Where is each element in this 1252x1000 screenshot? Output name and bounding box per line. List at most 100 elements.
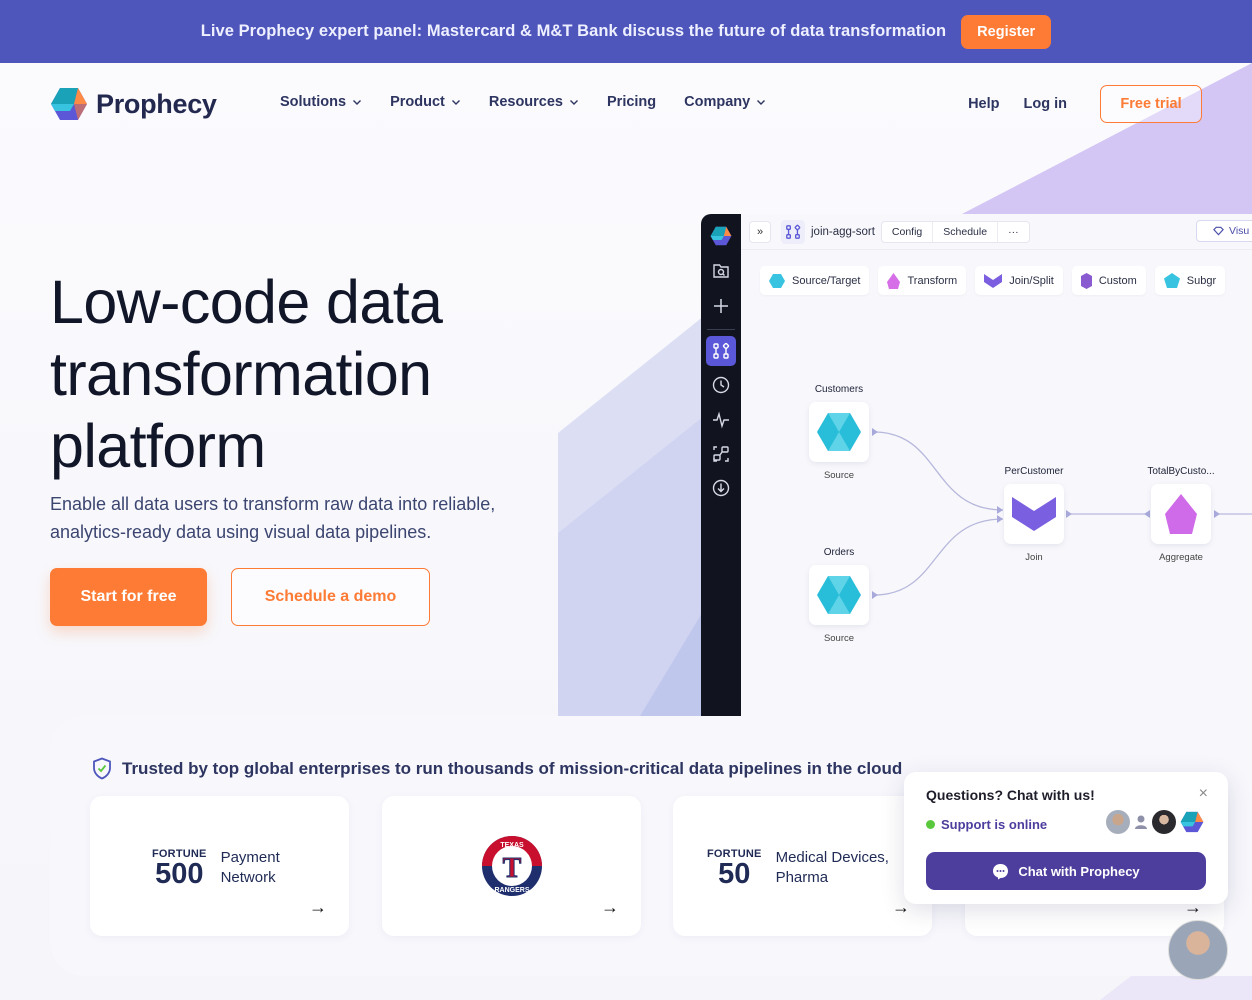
chevron-down-icon [757,100,766,105]
visual-button-label: Visu [1229,225,1250,237]
hexagon-icon [769,273,785,288]
palette-label: Source/Target [792,274,861,287]
palette-item-join-split[interactable]: Join/Split [975,266,1063,295]
node-percustomer[interactable] [1004,484,1064,544]
tab-config[interactable]: Config [882,221,934,242]
hero-title-line: platform [50,412,266,480]
tab-schedule[interactable]: Schedule [933,221,999,242]
nav-item-solutions[interactable]: Solutions [280,94,362,110]
nav-item-label: Pricing [607,94,657,110]
user-icon [1135,815,1147,829]
chat-title: Questions? Chat with us! [926,787,1095,803]
clock-icon[interactable] [709,373,733,397]
nav-right: Help Log in Free trial [968,85,1202,123]
palette-item-subgraph[interactable]: Subgr [1154,266,1226,295]
pipeline-icon[interactable] [706,336,736,366]
crystal-icon [1080,272,1092,289]
pipeline-canvas[interactable]: Customers Source Orders Source PerCustom… [741,314,1252,716]
palette-item-source-target[interactable]: Source/Target [760,266,870,295]
nav-item-resources[interactable]: Resources [489,94,579,110]
palette-item-transform[interactable]: Transform [878,266,967,295]
node-orders[interactable] [809,565,869,625]
pipeline-icon [781,219,805,244]
hero-title-line: transformation [50,340,432,408]
texas-rangers-logo: TEXAS RANGERS T [482,836,542,896]
plus-icon[interactable] [709,294,733,318]
prophecy-logo-icon[interactable] [709,224,733,248]
chevron-down-icon [451,100,460,105]
fortune-logo: FORTUNE 50 [707,848,762,889]
schedule-demo-button[interactable]: Schedule a demo [231,568,430,626]
online-status-dot [926,820,935,829]
nav-item-label: Company [684,94,751,110]
customer-card[interactable]: TEXAS RANGERS T → [382,796,641,936]
port-icon [997,515,1003,523]
avatar [1106,810,1130,834]
chat-status-text: Support is online [941,817,1048,832]
diamond-icon [1213,226,1224,236]
login-link[interactable]: Log in [1024,96,1068,112]
node-title: TotalByCusto... [1147,466,1215,477]
avatar [1152,810,1176,834]
nav-item-company[interactable]: Company [684,94,766,110]
drop-icon [887,272,901,289]
hero-title-line: Low-code data [50,268,443,336]
chevron-gem-icon [1012,497,1056,531]
node-sub: Join [1025,552,1043,563]
help-link[interactable]: Help [968,96,999,112]
visual-button[interactable]: Visu [1196,220,1252,242]
arrow-right-icon[interactable]: → [601,897,619,918]
nav-item-label: Solutions [280,94,347,110]
gem-palette: Source/Target Transform Join/Split Custo… [760,266,1226,295]
trusted-text: Trusted by top global enterprises to run… [122,758,903,778]
top-nav: Prophecy Solutions Product Resources Pri… [0,63,1252,145]
node-customers[interactable] [809,402,869,462]
customer-description: Payment Network [221,848,280,888]
free-trial-button[interactable]: Free trial [1100,85,1202,123]
node-sub: Source [823,470,855,481]
folder-search-icon[interactable] [709,259,733,283]
download-icon[interactable] [709,476,733,500]
port-icon [997,506,1003,514]
port-icon [1066,510,1072,518]
nav-item-pricing[interactable]: Pricing [607,94,656,110]
more-options-button[interactable]: ··· [998,222,1029,242]
chat-status: Support is online [926,817,1047,832]
node-sub: Source [823,633,855,644]
hexagon-icon [817,413,861,451]
description-line: Pharma [775,869,829,886]
register-button[interactable]: Register [961,14,1052,49]
node-sub: Aggregate [1159,552,1203,563]
chat-launcher-avatar[interactable] [1168,920,1228,980]
arrow-right-icon[interactable]: → [309,897,327,918]
announcement-bar: Live Prophecy expert panel: Mastercard &… [0,0,1252,63]
activity-icon[interactable] [709,408,733,432]
start-for-free-button[interactable]: Start for free [50,568,207,626]
pipeline-name[interactable]: join-agg-sort [811,226,875,238]
chat-button-label: Chat with Prophecy [1018,863,1140,879]
fortune-badge: FORTUNE 50 Medical Devices, Pharma [707,848,889,889]
chat-with-prophecy-button[interactable]: Chat with Prophecy [926,852,1206,890]
customer-card[interactable]: FORTUNE 50 Medical Devices, Pharma → [673,796,932,936]
expand-sidebar-button[interactable]: » [749,220,771,243]
rail-divider [707,329,735,330]
trusted-heading: Trusted by top global enterprises to run… [92,757,902,780]
close-icon[interactable]: × [1199,785,1208,803]
app-topbar: » join-agg-sort Config Schedule ··· Visu [741,214,1252,250]
palette-item-custom[interactable]: Custom [1071,266,1146,295]
hero-subtitle: Enable all data users to transform raw d… [50,494,496,542]
graph-icon[interactable] [709,442,733,466]
announcement-text[interactable]: Live Prophecy expert panel: Mastercard &… [201,22,946,41]
chevron-down-icon [353,100,362,105]
pentagon-icon [1165,494,1197,534]
chat-widget: Questions? Chat with us! × Support is on… [904,772,1228,904]
port-icon [872,591,878,599]
palette-label: Join/Split [1009,274,1054,287]
chevron-down-icon [570,100,578,105]
port-icon [1214,510,1220,518]
node-aggregate[interactable] [1151,484,1211,544]
port-icon [1144,510,1150,518]
nav-item-product[interactable]: Product [390,94,461,110]
logo[interactable]: Prophecy [50,87,217,121]
customer-card[interactable]: FORTUNE 500 Payment Network → [90,796,349,936]
